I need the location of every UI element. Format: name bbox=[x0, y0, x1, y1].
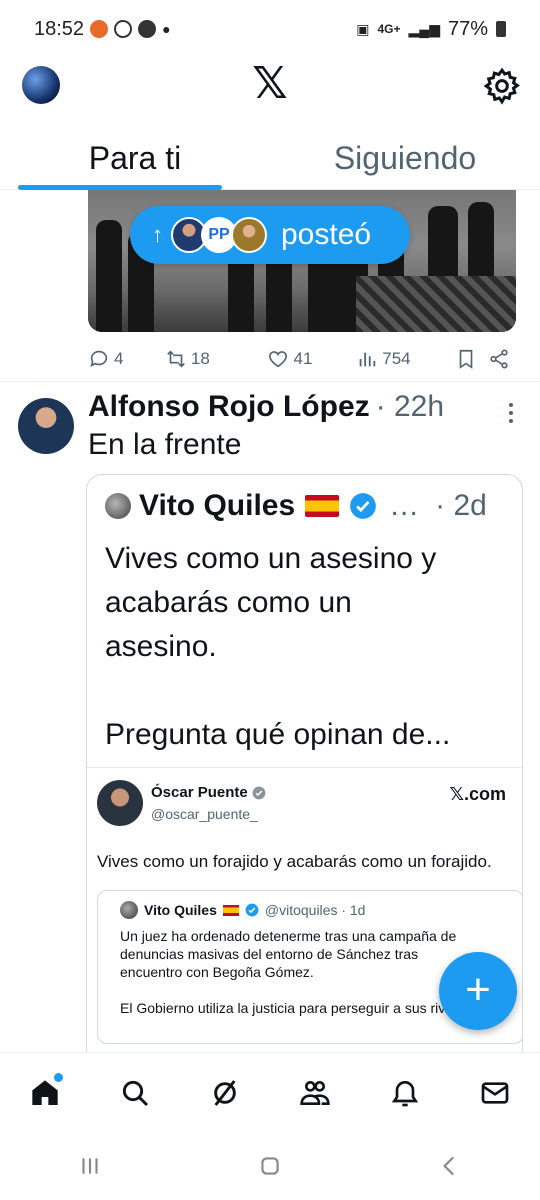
tab-label: Siguiendo bbox=[333, 140, 477, 176]
new-posts-pill[interactable]: ↑ PP posteó bbox=[130, 206, 410, 264]
repost-icon bbox=[167, 350, 185, 368]
screenshot-author-name-row: Óscar Puente bbox=[151, 784, 266, 801]
more-notifications-dot: ● bbox=[162, 21, 171, 37]
repost-button[interactable]: 18 bbox=[165, 348, 268, 370]
posted-label: posteó bbox=[281, 218, 372, 251]
nav-notifications[interactable] bbox=[383, 1071, 427, 1115]
quote-header: Vito Quiles … · 2d bbox=[105, 489, 487, 523]
settings-gear-icon[interactable] bbox=[482, 66, 522, 106]
status-bar: 18:52 ● ▣ 4G+ ▂▄▆ 77% bbox=[0, 0, 540, 58]
quote-author-avatar bbox=[105, 493, 131, 519]
avatar bbox=[231, 217, 267, 253]
bookmark-icon bbox=[459, 349, 473, 369]
quote-text: Vives como un asesino y acabarás como un… bbox=[105, 537, 513, 757]
bottom-navigation bbox=[0, 1052, 540, 1132]
whatsapp-icon bbox=[114, 20, 133, 38]
screenshot-author-name: Óscar Puente bbox=[151, 784, 248, 801]
grok-icon bbox=[214, 1079, 236, 1106]
screenshot-author-avatar bbox=[97, 780, 143, 826]
tab-para-ti[interactable]: Para ti bbox=[0, 128, 270, 190]
signal-icon: ▂▄▆ bbox=[408, 20, 440, 37]
home-system-button[interactable] bbox=[250, 1146, 290, 1186]
facebook-icon bbox=[138, 20, 157, 38]
spain-flag-icon bbox=[222, 904, 239, 916]
screenshot-text: Vives como un forajido y acabarás como u… bbox=[97, 852, 492, 871]
heart-icon bbox=[269, 351, 288, 368]
inner-quote-line: Un juez ha ordenado detenerme tras una c… bbox=[120, 928, 457, 944]
inner-quote-handle: @vitoquiles · 1d bbox=[264, 902, 366, 918]
x-logo: 𝕏 bbox=[252, 59, 288, 108]
network-label: 4G+ bbox=[377, 22, 401, 36]
verified-badge-icon bbox=[350, 493, 376, 519]
search-icon bbox=[122, 1080, 149, 1106]
reply-count: 4 bbox=[114, 349, 124, 368]
arrow-up-icon: ↑ bbox=[152, 222, 163, 247]
quote-name-ellipsis: … bbox=[389, 489, 420, 522]
verified-badge-icon bbox=[245, 903, 259, 917]
quote-line: Vives como un asesino y bbox=[105, 542, 437, 575]
new-content-dot bbox=[54, 1072, 63, 1082]
inner-quote-header: Vito Quiles @vitoquiles · 1d bbox=[120, 901, 365, 919]
inner-quote-avatar bbox=[120, 901, 138, 919]
quote-line: acabarás como un bbox=[105, 586, 352, 619]
back-system-button[interactable] bbox=[430, 1146, 470, 1186]
share-button[interactable] bbox=[488, 348, 518, 370]
post-text: En la frente bbox=[88, 428, 242, 461]
author-name[interactable]: Alfonso Rojo López bbox=[88, 390, 370, 424]
back-chevron-icon bbox=[443, 1156, 455, 1176]
pill-avatars: PP bbox=[171, 217, 267, 253]
inner-quote-name: Vito Quiles bbox=[144, 902, 217, 918]
quote-line: Pregunta qué opinan de... bbox=[105, 718, 451, 751]
home-square-icon bbox=[261, 1157, 279, 1175]
nav-messages[interactable] bbox=[473, 1071, 517, 1115]
battery-level: 77% bbox=[447, 17, 488, 40]
bookmark-button[interactable] bbox=[455, 348, 489, 370]
x-com-label: 𝕏.com bbox=[449, 784, 506, 804]
like-button[interactable]: 41 bbox=[267, 348, 356, 370]
bell-icon bbox=[391, 1080, 419, 1106]
post-action-bar: 4 18 41 754 bbox=[88, 344, 518, 374]
reply-button[interactable]: 4 bbox=[88, 348, 165, 370]
more-options-icon[interactable] bbox=[508, 402, 514, 424]
nav-home[interactable] bbox=[23, 1071, 67, 1115]
nav-grok[interactable] bbox=[203, 1071, 247, 1115]
post-divider bbox=[0, 381, 540, 382]
nfc-icon: ▣ bbox=[356, 20, 370, 37]
quote-time: · 2d bbox=[435, 489, 487, 522]
quote-line: asesino. bbox=[105, 630, 217, 663]
views-chart-icon bbox=[359, 352, 376, 367]
screenshot-handle: @oscar_puente_ bbox=[151, 806, 258, 822]
battery-icon bbox=[496, 21, 506, 37]
profile-avatar[interactable] bbox=[22, 66, 60, 104]
tab-siguiendo[interactable]: Siguiendo bbox=[270, 128, 540, 189]
system-navigation-bar bbox=[0, 1132, 540, 1200]
envelope-icon bbox=[481, 1081, 509, 1104]
compose-post-button[interactable]: + bbox=[439, 952, 517, 1030]
reply-icon bbox=[90, 350, 108, 367]
post-header: Alfonso Rojo López · 22h bbox=[88, 390, 518, 424]
nav-communities[interactable] bbox=[293, 1071, 337, 1115]
like-count: 41 bbox=[293, 349, 313, 368]
author-avatar[interactable] bbox=[18, 398, 74, 454]
timeline-tabs: Para ti Siguiendo bbox=[0, 128, 540, 190]
verified-badge-icon bbox=[252, 786, 266, 799]
communities-icon bbox=[300, 1080, 330, 1105]
post-time: · 22h bbox=[375, 390, 445, 423]
spain-flag-icon bbox=[305, 495, 340, 517]
share-icon bbox=[490, 349, 509, 369]
app-header: 𝕏 bbox=[0, 58, 540, 114]
repost-count: 18 bbox=[190, 349, 210, 368]
tab-label: Para ti bbox=[88, 140, 182, 176]
views-button[interactable]: 754 bbox=[356, 348, 455, 370]
nav-search[interactable] bbox=[113, 1071, 157, 1115]
quote-author-name: Vito Quiles bbox=[139, 489, 296, 522]
recent-apps-button[interactable] bbox=[70, 1146, 110, 1186]
view-count: 754 bbox=[382, 349, 411, 368]
status-time: 18:52 bbox=[34, 17, 85, 40]
recent-apps-icon bbox=[82, 1158, 98, 1174]
notification-app-icon bbox=[90, 20, 109, 38]
